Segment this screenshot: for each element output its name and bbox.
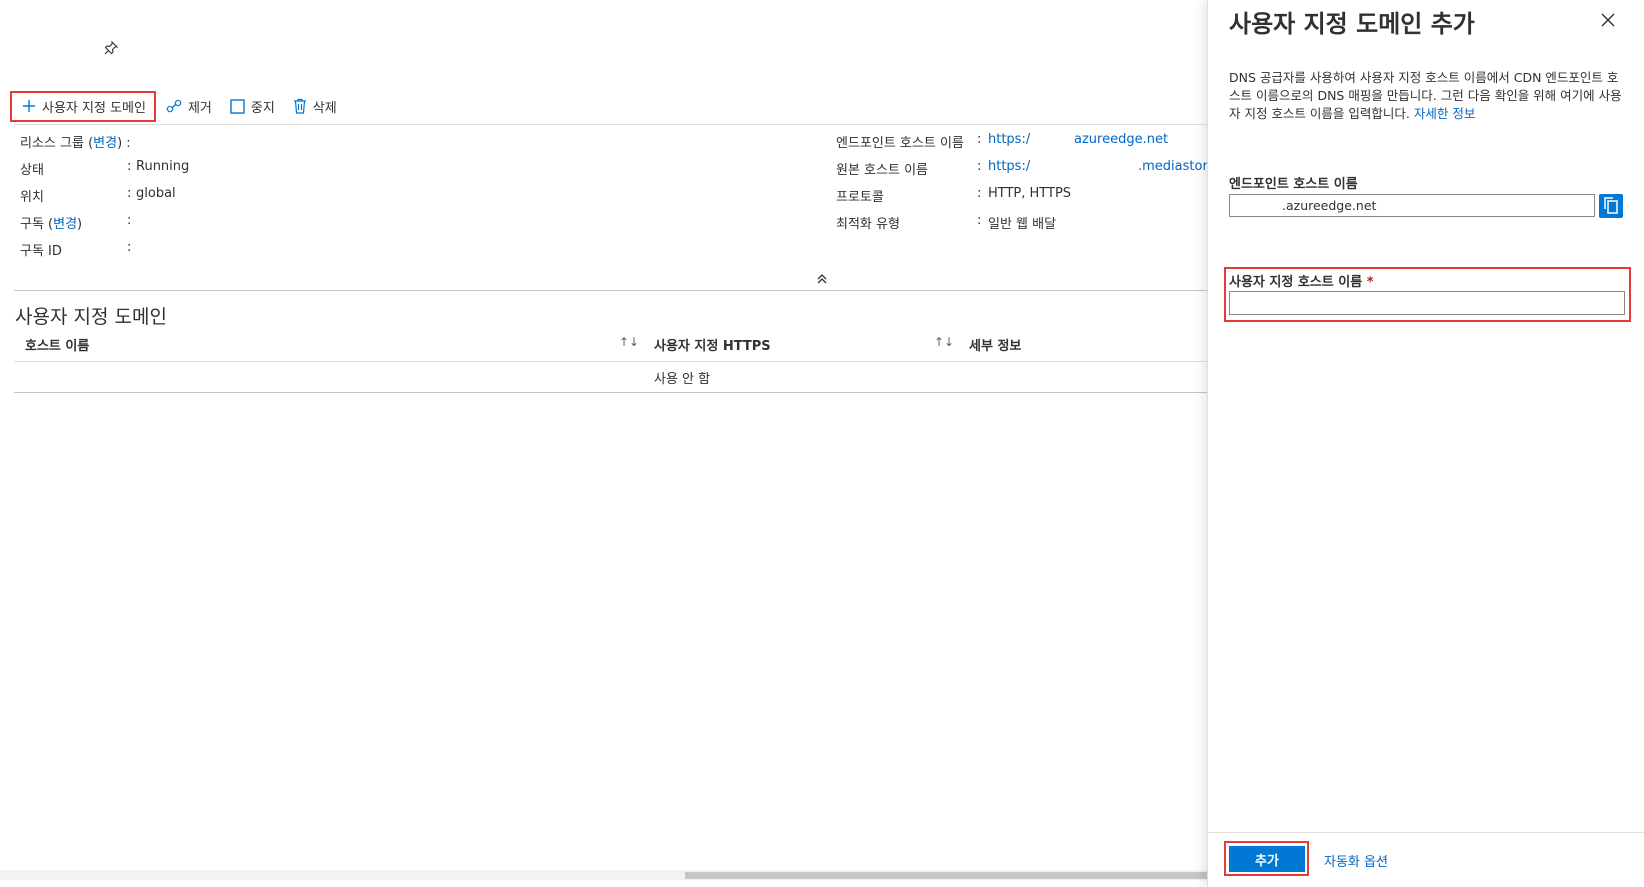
resource-group-change-link[interactable]: 변경 — [93, 136, 117, 151]
delete-button[interactable]: 삭제 — [293, 92, 337, 120]
trash-icon — [293, 98, 306, 114]
optimization-type-colon: : — [977, 213, 982, 228]
table-header-divider — [14, 361, 1215, 362]
endpoint-hostname-link[interactable]: https:/ — [988, 132, 1030, 147]
add-custom-domain-button[interactable]: 사용자 지정 도메인 — [10, 90, 156, 122]
plus-icon — [23, 100, 35, 112]
main-content: 사용자 지정 도메인 제거 중지 삭제 리소스 그룹 (변경) : 상태: R… — [0, 0, 1215, 887]
copy-to-clipboard-button[interactable] — [1599, 194, 1623, 218]
essentials-divider — [14, 290, 1215, 291]
resource-group-colon: : — [126, 136, 131, 151]
sort-icon[interactable]: ↑↓ — [619, 335, 639, 349]
endpoint-hostname-field-label: 엔드포인트 호스트 이름 — [1229, 177, 1358, 192]
optimization-type-value: 일반 웹 배달 — [988, 217, 1057, 232]
table-header: 호스트 이름 ↑↓ 사용자 지정 HTTPS ↑↓ 세부 정보 — [14, 333, 1215, 361]
column-header-custom-https[interactable]: 사용자 지정 HTTPS — [654, 335, 771, 354]
endpoint-hostname-label: 엔드포인트 호스트 이름 — [836, 136, 964, 151]
location-value: global — [136, 186, 176, 201]
origin-hostname-colon: : — [977, 159, 982, 174]
subscription-label: 구독 ( — [20, 217, 54, 232]
endpoint-hostname-domain-link[interactable]: azureedge.net — [1074, 132, 1168, 147]
stop-label: 중지 — [250, 100, 275, 116]
add-button[interactable]: 추가 — [1229, 846, 1305, 872]
endpoint-hostname-field: .azureedge.net — [1229, 194, 1595, 217]
panel-footer-divider — [1208, 832, 1644, 833]
close-icon[interactable] — [1600, 12, 1616, 28]
location-label: 위치 — [20, 190, 44, 205]
status-label: 상태 — [20, 163, 44, 178]
toolbar-divider — [14, 124, 1215, 125]
unlink-icon — [166, 99, 182, 113]
custom-https-cell: 사용 안 함 — [654, 372, 711, 387]
subscription-id-colon: : — [127, 240, 132, 255]
subscription-colon: : — [127, 213, 132, 228]
remove-label: 제거 — [187, 100, 212, 116]
copy-icon — [1604, 197, 1618, 214]
resource-group-label: 리소스 그룹 ( — [20, 136, 94, 151]
status-value: Running — [136, 159, 190, 174]
protocol-colon: : — [977, 186, 982, 201]
protocol-label: 프로토콜 — [836, 190, 884, 205]
add-custom-domain-label: 사용자 지정 도메인 — [42, 100, 146, 116]
custom-hostname-label-text: 사용자 지정 호스트 이름 — [1229, 275, 1363, 290]
endpoint-hostname-colon: : — [977, 132, 982, 147]
subscription-change-link[interactable]: 변경 — [53, 217, 77, 232]
panel-description: DNS 공급자를 사용하여 사용자 지정 호스트 이름에서 CDN 엔드포인트 … — [1229, 69, 1629, 123]
origin-hostname-domain-link[interactable]: .mediastor — [1138, 159, 1208, 174]
sort-icon[interactable]: ↑↓ — [934, 335, 954, 349]
pin-icon[interactable] — [103, 40, 119, 56]
add-custom-domain-panel: 사용자 지정 도메인 추가 DNS 공급자를 사용하여 사용자 지정 호스트 이… — [1207, 0, 1644, 887]
endpoint-hostname-row: 엔드포인트 호스트 이름 : https:/ azureedge.net — [836, 132, 1215, 152]
stop-icon — [230, 98, 245, 114]
custom-domains-heading: 사용자 지정 도메인 — [15, 306, 167, 328]
column-header-details[interactable]: 세부 정보 — [969, 335, 1021, 354]
automation-options-link[interactable]: 자동화 옵션 — [1324, 851, 1388, 870]
remove-button[interactable]: 제거 — [166, 92, 212, 120]
stop-button[interactable]: 중지 — [230, 92, 275, 120]
origin-hostname-row: 원본 호스트 이름 : https:/ .mediastor — [836, 159, 1215, 179]
location-colon: : — [127, 186, 132, 201]
optimization-type-label: 최적화 유형 — [836, 217, 900, 232]
learn-more-link[interactable]: 자세한 정보 — [1414, 106, 1475, 121]
panel-title: 사용자 지정 도메인 추가 — [1229, 10, 1475, 38]
status-colon: : — [127, 159, 132, 174]
column-header-hostname[interactable]: 호스트 이름 — [25, 335, 89, 354]
subscription-label-suffix: ) — [77, 217, 83, 232]
resource-group-label-suffix: ) — [117, 136, 123, 151]
subscription-id-label: 구독 ID — [20, 244, 62, 259]
protocol-value: HTTP, HTTPS — [988, 186, 1072, 201]
table-row-divider — [14, 392, 1215, 393]
collapse-chevron-icon[interactable] — [816, 273, 828, 285]
essentials-right: 엔드포인트 호스트 이름 : https:/ azureedge.net 원본 … — [836, 132, 1215, 242]
origin-hostname-label: 원본 호스트 이름 — [836, 163, 928, 178]
custom-hostname-input[interactable] — [1229, 291, 1625, 315]
required-asterisk: * — [1366, 275, 1374, 290]
custom-hostname-field-label: 사용자 지정 호스트 이름 * — [1229, 271, 1374, 290]
delete-label: 삭제 — [312, 100, 337, 116]
origin-hostname-link[interactable]: https:/ — [988, 159, 1030, 174]
horizontal-scrollbar-thumb[interactable] — [685, 872, 1215, 879]
command-bar: 사용자 지정 도메인 제거 중지 삭제 — [10, 90, 355, 122]
